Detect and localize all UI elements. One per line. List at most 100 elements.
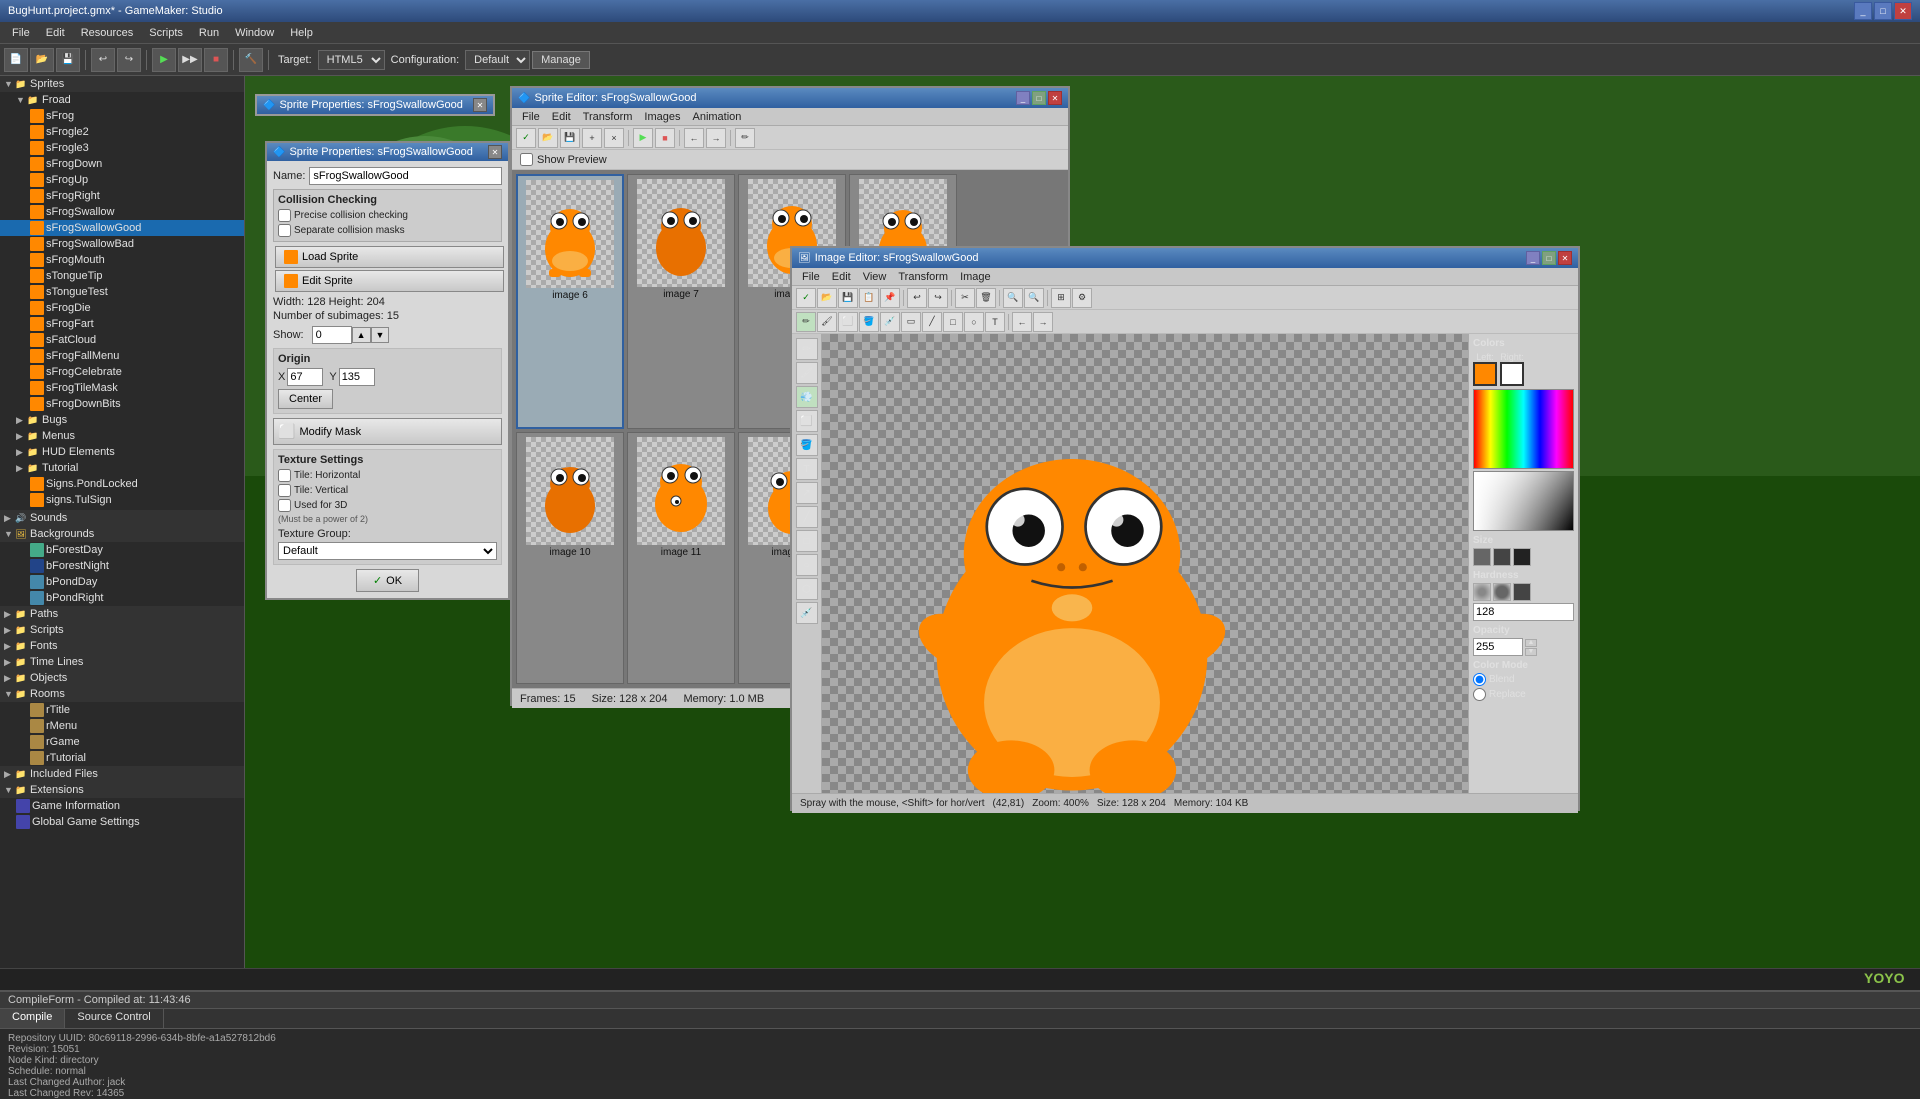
precise-checkbox[interactable]	[278, 209, 291, 222]
se-tb-save[interactable]: 💾	[560, 128, 580, 148]
folder-menus[interactable]: ▶ 📁 Menus	[0, 428, 244, 444]
sprite-props-bg-close[interactable]: ✕	[473, 98, 487, 112]
ie-tool-picker[interactable]: 💉	[880, 312, 900, 332]
blend-radio[interactable]	[1473, 673, 1486, 686]
sprite-signpondlocked[interactable]: Signs.PondLocked	[0, 476, 244, 492]
sprite-sfrogswallow[interactable]: sFrogSwallow	[0, 204, 244, 220]
sprite-sfrogfart[interactable]: sFrogFart	[0, 316, 244, 332]
sprite-sfrog[interactable]: sFrog	[0, 108, 244, 124]
ie-tool-brush[interactable]: 🖌	[817, 312, 837, 332]
ie-tool-brush-l[interactable]: 🖌	[796, 362, 818, 384]
section-timelines[interactable]: ▶ 📁 Time Lines	[0, 654, 244, 670]
ie-tb-settings[interactable]: ⚙	[1072, 288, 1092, 308]
sprite-sfrogdown[interactable]: sFrogDown	[0, 156, 244, 172]
se-tb-left[interactable]: ←	[684, 128, 704, 148]
hardness-input[interactable]	[1473, 603, 1574, 621]
bg-bforestday[interactable]: bForestDay	[0, 542, 244, 558]
ie-tool-ellipse-l[interactable]: ○	[796, 554, 818, 576]
ie-tb-zoom-out[interactable]: 🔍	[1024, 288, 1044, 308]
image-editor-close[interactable]: ✕	[1558, 251, 1572, 265]
ie-menu-transform[interactable]: Transform	[892, 269, 954, 285]
target-select[interactable]: HTML5	[318, 50, 385, 70]
room-rgame[interactable]: rGame	[0, 734, 244, 750]
ok-btn[interactable]: ✓ OK	[356, 569, 419, 592]
ie-tool-pencil-l[interactable]: ✏	[796, 338, 818, 360]
ie-tool-text-l[interactable]: T	[796, 458, 818, 480]
ie-tool-eraser[interactable]: ⬜	[838, 312, 858, 332]
se-tb-right[interactable]: →	[706, 128, 726, 148]
tb-stop[interactable]: ■	[204, 48, 228, 72]
ie-tool-pencil[interactable]: ✏	[796, 312, 816, 332]
sprite-sfrogcelebrate[interactable]: sFrogCelebrate	[0, 364, 244, 380]
show-input[interactable]	[312, 326, 352, 344]
manage-btn[interactable]: Manage	[532, 51, 590, 69]
global-game-settings[interactable]: Global Game Settings	[0, 814, 244, 830]
menu-resources[interactable]: Resources	[73, 25, 142, 41]
sprite-name-input[interactable]	[309, 167, 502, 185]
ie-tool-text[interactable]: T	[985, 312, 1005, 332]
menu-file[interactable]: File	[4, 25, 38, 41]
ie-tb-undo[interactable]: ↩	[907, 288, 927, 308]
ie-tool-eraser-l[interactable]: ⬜	[796, 410, 818, 432]
tile-h-checkbox[interactable]	[278, 469, 291, 482]
replace-radio[interactable]	[1473, 688, 1486, 701]
separate-checkbox[interactable]	[278, 224, 291, 237]
tb-play-debug[interactable]: ▶▶	[178, 48, 202, 72]
tb-open[interactable]: 📂	[30, 48, 54, 72]
se-tb-add[interactable]: +	[582, 128, 602, 148]
ie-tb-grid[interactable]: ⊞	[1051, 288, 1071, 308]
se-tb-check[interactable]: ✓	[516, 128, 536, 148]
folder-froad[interactable]: ▼ 📁 Froad	[0, 92, 244, 108]
load-sprite-btn[interactable]: Load Sprite	[275, 246, 504, 268]
ie-tool-line[interactable]: ╱	[922, 312, 942, 332]
sprite-sfrogdownbits[interactable]: sFrogDownBits	[0, 396, 244, 412]
ie-tool-wand-l[interactable]: ⬡	[796, 578, 818, 600]
tile-v-checkbox[interactable]	[278, 484, 291, 497]
used3d-checkbox[interactable]	[278, 499, 291, 512]
sprite-props-titlebar[interactable]: 🔷 Sprite Properties: sFrogSwallowGood ✕	[267, 143, 508, 161]
ie-tb-zoom-in[interactable]: 🔍	[1003, 288, 1023, 308]
color-right-swatch[interactable]	[1500, 362, 1524, 386]
section-sprites[interactable]: ▼ 📁 Sprites	[0, 76, 244, 92]
room-rtitle[interactable]: rTitle	[0, 702, 244, 718]
texture-group-select[interactable]: Default	[278, 542, 497, 560]
sprite-sfrogmouth[interactable]: sFrogMouth	[0, 252, 244, 268]
folder-hud[interactable]: ▶ 📁 HUD Elements	[0, 444, 244, 460]
room-rmenu[interactable]: rMenu	[0, 718, 244, 734]
tab-compile[interactable]: Compile	[0, 1009, 65, 1028]
section-sounds[interactable]: ▶ 🔊 Sounds	[0, 510, 244, 526]
tb-play[interactable]: ▶	[152, 48, 176, 72]
color-gradient-picker[interactable]	[1473, 471, 1574, 531]
section-scripts[interactable]: ▶ 📁 Scripts	[0, 622, 244, 638]
sprite-sfrogright[interactable]: sFrogRight	[0, 188, 244, 204]
ie-menu-image[interactable]: Image	[954, 269, 997, 285]
ie-menu-edit[interactable]: Edit	[826, 269, 857, 285]
menu-help[interactable]: Help	[282, 25, 321, 41]
sprite-editor-max[interactable]: □	[1032, 91, 1046, 105]
sprite-sfrogle3[interactable]: sFrogle3	[0, 140, 244, 156]
section-fonts[interactable]: ▶ 📁 Fonts	[0, 638, 244, 654]
folder-bugs[interactable]: ▶ 📁 Bugs	[0, 412, 244, 428]
sprite-props-bg-titlebar[interactable]: 🔷 Sprite Properties: sFrogSwallowGood ✕	[257, 96, 493, 114]
section-rooms[interactable]: ▼ 📁 Rooms	[0, 686, 244, 702]
ie-tb-check[interactable]: ✓	[796, 288, 816, 308]
ie-tb-open[interactable]: 📂	[817, 288, 837, 308]
show-preview-checkbox[interactable]	[520, 153, 533, 166]
sprite-sfrogswallowbad[interactable]: sFrogSwallowBad	[0, 236, 244, 252]
sprite-sfrogfallmenu[interactable]: sFrogFallMenu	[0, 348, 244, 364]
size-small[interactable]	[1473, 548, 1491, 566]
sprite-props-close[interactable]: ✕	[488, 145, 502, 159]
menu-scripts[interactable]: Scripts	[141, 25, 191, 41]
center-btn[interactable]: Center	[278, 389, 333, 409]
ie-tb-save[interactable]: 💾	[838, 288, 858, 308]
ie-tool-rect[interactable]: □	[943, 312, 963, 332]
se-tb-edit[interactable]: ✏	[735, 128, 755, 148]
se-tb-del[interactable]: ×	[604, 128, 624, 148]
origin-x-input[interactable]	[287, 368, 323, 386]
tb-undo[interactable]: ↩	[91, 48, 115, 72]
se-menu-file[interactable]: File	[516, 109, 546, 125]
ie-tb-paste[interactable]: 📌	[880, 288, 900, 308]
se-menu-transform[interactable]: Transform	[577, 109, 639, 125]
ie-tool-rect-l[interactable]: □	[796, 530, 818, 552]
image-editor-max[interactable]: □	[1542, 251, 1556, 265]
